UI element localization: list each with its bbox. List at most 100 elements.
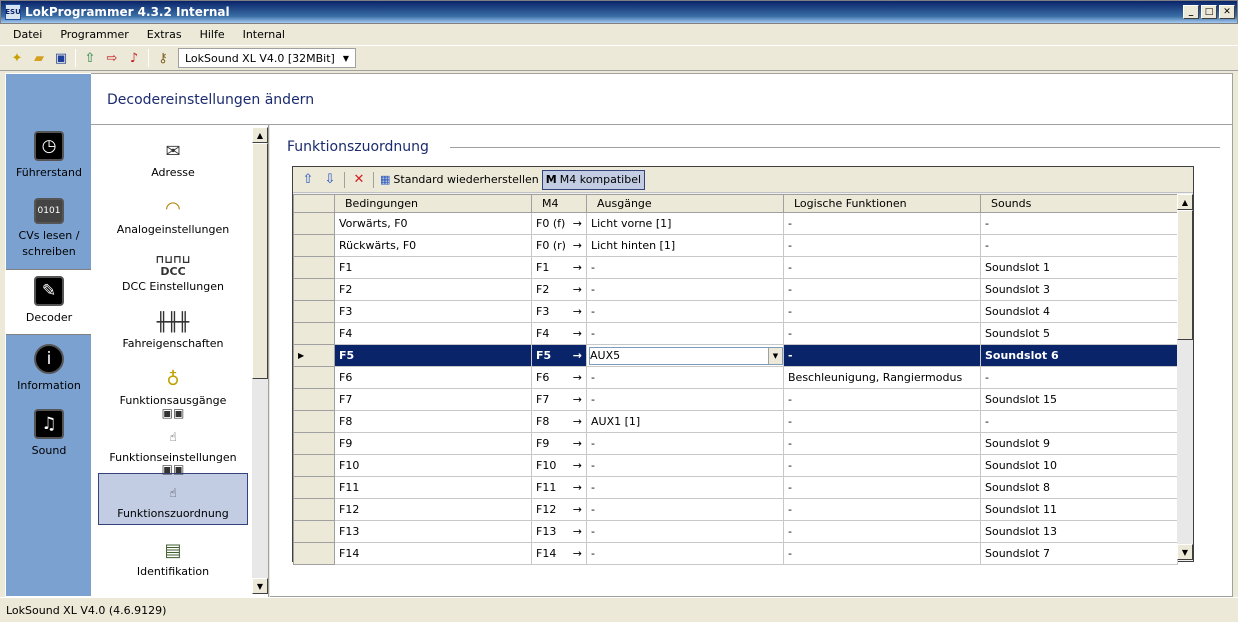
cell-bedingungen[interactable]: F11 [334,476,532,499]
row-selector[interactable] [293,366,335,389]
category-funktionszuordnung[interactable]: ▣▣ ☝ Funktionszuordnung [98,462,248,525]
cell-logische-funktionen[interactable]: - [783,498,981,521]
cell-sounds[interactable]: - [980,234,1178,257]
cell-bedingungen[interactable]: F14 [334,542,532,565]
cell-bedingungen[interactable]: F13 [334,520,532,543]
scroll-thumb[interactable] [1177,210,1193,340]
cell-bedingungen[interactable]: F8 [334,410,532,433]
cell-sounds[interactable]: - [980,410,1178,433]
close-button[interactable]: ✕ [1219,5,1235,19]
cell-sounds[interactable]: Soundslot 1 [980,256,1178,279]
write-decoder-icon[interactable]: ⇨ [101,47,123,69]
cell-bedingungen[interactable]: Vorwärts, F0 [334,212,532,235]
category-scrollbar[interactable]: ▲ ▼ [252,127,268,594]
cell-m4[interactable]: F3 → [531,300,587,323]
cell-ausgaenge[interactable]: Licht hinten [1] [586,234,784,257]
cell-bedingungen[interactable]: F4 [334,322,532,345]
table-row[interactable]: F2 F2 → - - Soundslot 3 [293,278,1178,301]
table-row[interactable]: Rückwärts, F0 F0 (r) → Licht hinten [1] - - [293,234,1178,257]
cell-m4[interactable]: F1 → [531,256,587,279]
cell-bedingungen[interactable]: F12 [334,498,532,521]
category-dcc[interactable]: ⊓⊔⊓⊔ DCC DCC Einstellungen [98,245,248,297]
cell-logische-funktionen[interactable]: - [783,410,981,433]
table-row[interactable]: Vorwärts, F0 F0 (f) → Licht vorne [1] - - [293,212,1178,235]
cell-bedingungen[interactable]: F5 [334,344,532,367]
cell-logische-funktionen[interactable]: - [783,432,981,455]
cell-bedingungen[interactable]: Rückwärts, F0 [334,234,532,257]
menu-internal[interactable]: Internal [234,28,294,41]
nav-sound[interactable]: ♫ Sound [6,407,92,471]
column-header-m4[interactable]: M4 [531,194,587,213]
row-selector[interactable] [293,498,335,521]
row-selector[interactable] [293,520,335,543]
row-selector[interactable] [293,542,335,565]
new-file-icon[interactable]: ✦ [6,47,28,69]
scroll-thumb[interactable] [252,143,268,379]
row-selector[interactable] [293,454,335,477]
menu-hilfe[interactable]: Hilfe [191,28,234,41]
cell-ausgaenge[interactable]: - [586,388,784,411]
read-decoder-icon[interactable]: ⇧ [79,47,101,69]
row-selector[interactable] [293,234,335,257]
row-selector[interactable] [293,300,335,323]
scroll-up-button[interactable]: ▲ [252,127,268,143]
cell-m4[interactable]: F10 → [531,454,587,477]
write-sound-icon[interactable]: ♪ [123,47,145,69]
cell-m4[interactable]: F0 (r) → [531,234,587,257]
cell-logische-funktionen[interactable]: - [783,234,981,257]
row-selector-arrow-icon[interactable]: ▶ [293,344,335,367]
row-selector[interactable] [293,388,335,411]
cell-m4[interactable]: F11 → [531,476,587,499]
cell-ausgaenge[interactable]: - [586,520,784,543]
cell-bedingungen[interactable]: F9 [334,432,532,455]
nav-information[interactable]: i Information [6,342,92,406]
cell-bedingungen[interactable]: F1 [334,256,532,279]
scroll-up-button[interactable]: ▲ [1177,194,1193,210]
cell-logische-funktionen[interactable]: - [783,322,981,345]
row-selector[interactable] [293,432,335,455]
cell-logische-funktionen[interactable]: Beschleunigung, Rangiermodus [783,366,981,389]
table-row[interactable]: F11 F11 → - - Soundslot 8 [293,476,1178,499]
cell-sounds[interactable]: Soundslot 6 [980,344,1178,367]
cell-m4[interactable]: F6 → [531,366,587,389]
restore-defaults-button[interactable]: ▦ Standard wiederherstellen [377,170,542,190]
cell-bedingungen[interactable]: F10 [334,454,532,477]
row-selector[interactable] [293,476,335,499]
cell-logische-funktionen[interactable]: - [783,300,981,323]
cell-m4[interactable]: F2 → [531,278,587,301]
cell-ausgaenge[interactable]: - [586,366,784,389]
category-analog[interactable]: ◠ Analogeinstellungen [98,188,248,240]
category-fahreigenschaften[interactable]: ╫╫╫ Fahreigenschaften [98,302,248,354]
chevron-down-icon[interactable]: ▼ [768,347,782,364]
move-up-icon[interactable]: ⇧ [297,170,319,190]
cell-logische-funktionen[interactable]: - [783,212,981,235]
maximize-button[interactable]: □ [1201,5,1217,19]
cell-m4[interactable]: F7 → [531,388,587,411]
cell-sounds[interactable]: Soundslot 4 [980,300,1178,323]
category-identifikation[interactable]: ▤ Identifikation [98,530,248,582]
menu-programmer[interactable]: Programmer [51,28,137,41]
nav-fuehrerstand[interactable]: ◷ Führerstand [6,129,92,193]
cell-bedingungen[interactable]: F7 [334,388,532,411]
cell-ausgaenge[interactable]: - [586,454,784,477]
cell-logische-funktionen[interactable]: - [783,256,981,279]
table-row[interactable]: F6 F6 → - Beschleunigung, Rangiermodus - [293,366,1178,389]
cell-sounds[interactable]: Soundslot 10 [980,454,1178,477]
cell-ausgaenge[interactable]: - [586,322,784,345]
delete-icon[interactable]: ✕ [348,170,370,190]
scroll-down-button[interactable]: ▼ [252,578,268,594]
column-header-ausgaenge[interactable]: Ausgänge [586,194,784,213]
cell-ausgaenge[interactable]: AUX1 [1] [586,410,784,433]
cell-logische-funktionen[interactable]: - [783,344,981,367]
cell-logische-funktionen[interactable]: - [783,278,981,301]
table-row[interactable]: F4 F4 → - - Soundslot 5 [293,322,1178,345]
column-header-logische-funktionen[interactable]: Logische Funktionen [783,194,981,213]
cell-m4[interactable]: F0 (f) → [531,212,587,235]
cell-sounds[interactable]: Soundslot 7 [980,542,1178,565]
save-icon[interactable]: ▣ [50,47,72,69]
cell-logische-funktionen[interactable]: - [783,454,981,477]
table-row[interactable]: F14 F14 → - - Soundslot 7 [293,542,1178,565]
table-row[interactable]: ▶ F5 F5 → AUX5 ▼ - Soundslot 6 [293,344,1178,367]
cell-logische-funktionen[interactable]: - [783,542,981,565]
minimize-button[interactable]: _ [1183,5,1199,19]
